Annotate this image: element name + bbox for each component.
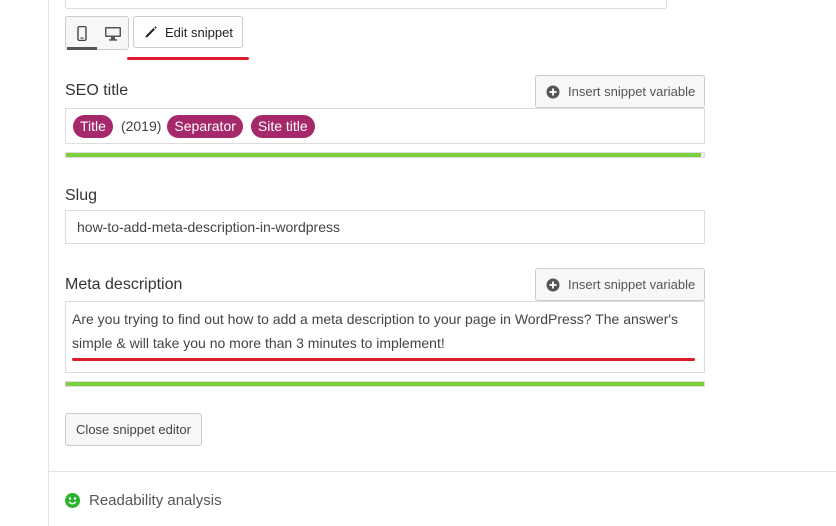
preview-mode-toggle	[65, 16, 129, 50]
insert-snippet-variable-label: Insert snippet variable	[568, 84, 696, 99]
smiley-face-icon	[65, 493, 80, 508]
close-snippet-editor-label: Close snippet editor	[76, 422, 191, 437]
red-annotation-underline	[127, 57, 249, 60]
meta-description-label: Meta description	[65, 276, 183, 293]
snippet-preview-bottom	[65, 0, 667, 9]
edit-snippet-button[interactable]: Edit snippet	[133, 16, 243, 48]
meta-description-progress-fill	[66, 382, 704, 386]
readability-analysis-header[interactable]: Readability analysis	[65, 492, 222, 509]
slug-label: Slug	[65, 187, 98, 204]
seo-title-input[interactable]: Title (2019) Separator Site title	[65, 108, 705, 144]
section-divider	[48, 471, 836, 472]
mobile-preview-button[interactable]	[66, 17, 97, 50]
edit-snippet-label: Edit snippet	[165, 24, 233, 40]
meta-description-input[interactable]: Are you trying to find out how to add a …	[65, 301, 705, 373]
insert-snippet-variable-button[interactable]: Insert snippet variable	[535, 75, 705, 108]
plus-circle-icon	[546, 85, 560, 98]
red-annotation-underline	[72, 358, 695, 361]
title-variable-pill[interactable]: Title	[73, 115, 113, 138]
left-border	[48, 0, 49, 526]
close-snippet-editor-button[interactable]: Close snippet editor	[65, 413, 202, 446]
meta-description-progress	[65, 381, 705, 387]
readability-analysis-label: Readability analysis	[89, 492, 222, 509]
desktop-monitor-icon	[104, 26, 121, 41]
seo-title-progress	[65, 152, 705, 158]
desktop-preview-button[interactable]	[97, 17, 128, 49]
plus-circle-icon	[546, 278, 560, 291]
slug-value: how-to-add-meta-description-in-wordpress	[77, 219, 340, 235]
seo-title-label: SEO title	[65, 82, 129, 99]
site-title-variable-pill[interactable]: Site title	[250, 115, 315, 138]
insert-snippet-variable-label: Insert snippet variable	[568, 277, 696, 292]
meta-description-value: Are you trying to find out how to add a …	[72, 311, 679, 351]
seo-title-progress-fill	[66, 153, 701, 157]
mobile-phone-icon	[76, 25, 87, 41]
separator-variable-pill[interactable]: Separator	[167, 115, 243, 138]
insert-snippet-variable-button[interactable]: Insert snippet variable	[535, 268, 705, 301]
pencil-icon	[145, 26, 157, 38]
slug-input[interactable]: how-to-add-meta-description-in-wordpress	[65, 210, 705, 244]
seo-title-text: (2019)	[120, 118, 162, 134]
